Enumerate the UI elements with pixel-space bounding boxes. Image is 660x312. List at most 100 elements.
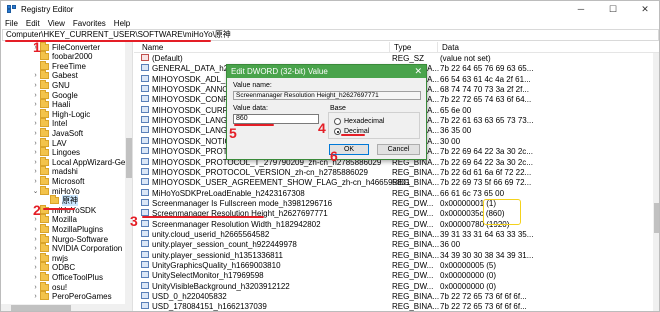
expand-icon[interactable]: ›	[31, 72, 40, 79]
value-row[interactable]: unity.cloud_userid_h2665564582 REG_BINA..…	[134, 229, 659, 239]
column-data[interactable]: Data	[442, 43, 459, 52]
tree-item-label: madshi	[52, 167, 78, 177]
value-data: 0x00000000 (0)	[440, 271, 497, 281]
window-title: Registry Editor	[21, 4, 74, 14]
expand-icon[interactable]: ›	[31, 111, 40, 118]
menu-edit[interactable]: Edit	[26, 19, 40, 28]
tree-item[interactable]: › Local AppWizard-Gene	[1, 156, 132, 167]
column-name[interactable]: Name	[142, 43, 163, 52]
value-row[interactable]: UnitySelectMonitor_h17969598 REG_DW... 0x0…	[134, 271, 659, 281]
cancel-button[interactable]: Cancel	[377, 144, 420, 155]
expand-icon[interactable]: ›	[31, 168, 40, 175]
expand-icon[interactable]: ›	[31, 245, 40, 252]
step-3-marker: 3	[130, 213, 138, 229]
value-row[interactable]: USD_0_h220405832 REG_BINA... 7b 22 72 65 7…	[134, 292, 659, 301]
dialog-close-button[interactable]: ✕	[414, 65, 422, 78]
tree-item[interactable]: › osu!	[1, 281, 68, 292]
expand-icon[interactable]: ›	[31, 92, 40, 99]
tree-vertical-scrollbar[interactable]	[125, 42, 132, 311]
tree-item[interactable]: › OfficeToolPlus	[1, 271, 103, 282]
tree-item-label: JavaSoft	[52, 128, 84, 138]
expand-icon[interactable]: ›	[31, 236, 40, 243]
expand-icon[interactable]: ›	[31, 274, 40, 281]
expand-icon[interactable]: ›	[31, 226, 40, 233]
tree-item-label: MozillaPlugins	[52, 224, 104, 234]
value-row[interactable]: (Default) REG_SZ (value not set)	[134, 54, 659, 63]
decimal-radio[interactable]	[334, 128, 341, 135]
folder-icon	[40, 166, 49, 176]
tree-item[interactable]: › GNU	[1, 79, 70, 90]
menu-favorites[interactable]: Favorites	[73, 19, 106, 28]
tree-item[interactable]: › LAV	[1, 137, 67, 148]
expand-icon[interactable]: ›	[31, 82, 40, 89]
close-button[interactable]: ✕	[629, 1, 659, 17]
tree-item-label: OfficeToolPlus	[52, 272, 103, 282]
folder-icon	[40, 156, 49, 166]
column-type[interactable]: Type	[394, 43, 411, 52]
tree-item-label: osu!	[52, 282, 68, 292]
value-row[interactable]: Screenmanager Resolution Width_h18294280…	[134, 219, 659, 229]
value-type: REG_BINA...	[392, 240, 440, 250]
value-name: MiHoYoSDKPreLoadEnable_h2423167308	[152, 188, 305, 198]
value-data: 65 6e 00	[440, 105, 472, 115]
expand-icon[interactable]: ›	[31, 178, 40, 185]
value-row[interactable]: Screenmanager Is Fullscreen mode_h398129…	[134, 198, 659, 208]
folder-icon	[40, 137, 49, 147]
expand-icon[interactable]: ⌄	[31, 187, 40, 195]
expand-icon[interactable]: ›	[31, 140, 40, 147]
folder-icon	[40, 271, 49, 281]
menu-file[interactable]: File	[5, 19, 18, 28]
value-data: 36 00	[440, 240, 461, 250]
folder-icon	[40, 175, 49, 185]
folder-icon	[40, 243, 49, 253]
value-row[interactable]: MIHOYOSDK_USER_AGREEMENT_SHOW_FLAG_zh-cn…	[134, 178, 659, 188]
expand-icon[interactable]: ›	[31, 130, 40, 137]
value-data-input[interactable]: 860	[233, 114, 319, 124]
value-row[interactable]: unity.player_sessionid_h1351336811 REG_BI…	[134, 250, 659, 260]
value-row[interactable]: UnityGraphicsQuality_h1669003810 REG_DW..…	[134, 261, 659, 270]
value-name: (Default)	[152, 54, 183, 63]
menu-view[interactable]: View	[48, 19, 65, 28]
value-row[interactable]: USD_178084151_h1662137039 REG_BINA... 7b 2…	[134, 302, 659, 311]
tree-item[interactable]: › nwjs	[1, 252, 68, 263]
expand-icon[interactable]: ›	[31, 264, 40, 271]
folder-icon	[40, 42, 49, 51]
expand-icon[interactable]: ›	[31, 284, 40, 291]
expand-icon[interactable]: ›	[31, 101, 40, 108]
menu-help[interactable]: Help	[114, 19, 130, 28]
tree-item[interactable]: miHoYoSDK	[1, 204, 96, 215]
tree-item[interactable]: › NVIDIA Corporation	[1, 243, 122, 254]
expand-icon[interactable]: ›	[31, 293, 40, 300]
tree-item[interactable]: foobar2000	[1, 51, 92, 62]
tree-item-label: Intel	[52, 119, 68, 129]
binary-value-icon	[141, 178, 149, 186]
value-row[interactable]: MiHoYoSDKPreLoadEnable_h2423167308 REG_BI…	[134, 188, 659, 198]
tree-item[interactable]: › ODBC	[1, 262, 75, 273]
expand-icon[interactable]: ›	[31, 159, 40, 166]
tree-item[interactable]: › MozillaPlugins	[1, 223, 104, 234]
hexadecimal-label[interactable]: Hexadecimal	[344, 118, 384, 125]
minimize-button[interactable]: ─	[565, 1, 597, 17]
value-data: 66 61 6c 73 65 00	[440, 188, 505, 198]
value-row[interactable]: unity.player_session_count_h922449978 REG…	[134, 240, 659, 250]
tree-item[interactable]: › Nurgo-Software	[1, 233, 108, 244]
list-vertical-scrollbar[interactable]	[653, 53, 659, 311]
expand-icon[interactable]: ›	[31, 149, 40, 156]
value-row[interactable]: MIHOYOSDK_PROTOCOL_VERSION_zh-cn_h278588…	[134, 167, 659, 177]
tree-horizontal-scrollbar[interactable]	[1, 304, 125, 311]
menu-bar: File Edit View Favorites Help	[1, 17, 659, 29]
expand-icon[interactable]: ›	[31, 255, 40, 262]
tree-item[interactable]: › PeroPeroGames	[1, 291, 112, 302]
maximize-button[interactable]: ☐	[597, 1, 629, 17]
value-name: Screenmanager Resolution Width_h18294280…	[152, 219, 321, 229]
value-type: REG_BINA...	[392, 250, 440, 260]
tree-item[interactable]: › Haali	[1, 99, 70, 110]
value-type: REG_BINA...	[392, 178, 440, 188]
step-1-marker: 1	[33, 39, 41, 55]
expand-icon[interactable]: ›	[31, 120, 40, 127]
tree-item[interactable]: › FileConverter	[1, 42, 100, 52]
value-name: Screenmanager Is Fullscreen mode_h398129…	[152, 198, 333, 208]
value-row[interactable]: UnityVisibleBackground_h3203912122 REG_DW…	[134, 281, 659, 291]
tree-item[interactable]: › Intel	[1, 118, 68, 129]
hexadecimal-radio[interactable]	[334, 118, 341, 125]
